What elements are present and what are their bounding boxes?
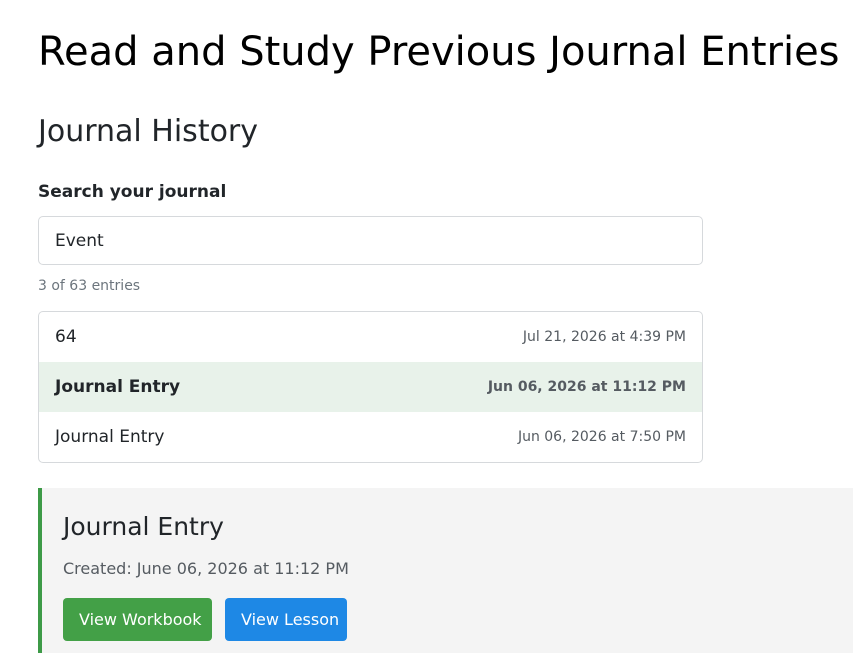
entry-date: Jun 06, 2026 at 11:12 PM xyxy=(487,379,686,395)
page-title: Read and Study Previous Journal Entries xyxy=(38,29,840,75)
view-lesson-button[interactable]: View Lesson xyxy=(225,598,347,641)
entry-title: Journal Entry xyxy=(55,427,165,447)
entry-row[interactable]: 64 Jul 21, 2026 at 4:39 PM xyxy=(39,312,702,362)
search-input[interactable] xyxy=(38,216,703,265)
entry-count: 3 of 63 entries xyxy=(38,278,141,294)
entry-row-selected[interactable]: Journal Entry Jun 06, 2026 at 11:12 PM xyxy=(39,362,702,412)
entry-list: 64 Jul 21, 2026 at 4:39 PM Journal Entry… xyxy=(38,311,703,463)
entry-title: Journal Entry xyxy=(55,377,181,397)
page: Read and Study Previous Journal Entries … xyxy=(0,0,853,653)
entry-detail-title: Journal Entry xyxy=(63,512,224,541)
entry-date: Jul 21, 2026 at 4:39 PM xyxy=(522,329,686,345)
entry-row[interactable]: Journal Entry Jun 06, 2026 at 7:50 PM xyxy=(39,412,702,462)
entry-date: Jun 06, 2026 at 7:50 PM xyxy=(517,429,686,445)
journal-history-heading: Journal History xyxy=(38,114,259,149)
entry-created-date: Created: June 06, 2026 at 11:12 PM xyxy=(63,559,349,578)
entry-title: 64 xyxy=(55,327,77,347)
search-label: Search your journal xyxy=(38,182,227,202)
view-workbook-button[interactable]: View Workbook xyxy=(63,598,212,641)
entry-detail-panel: Journal Entry Created: June 06, 2026 at … xyxy=(38,488,853,653)
